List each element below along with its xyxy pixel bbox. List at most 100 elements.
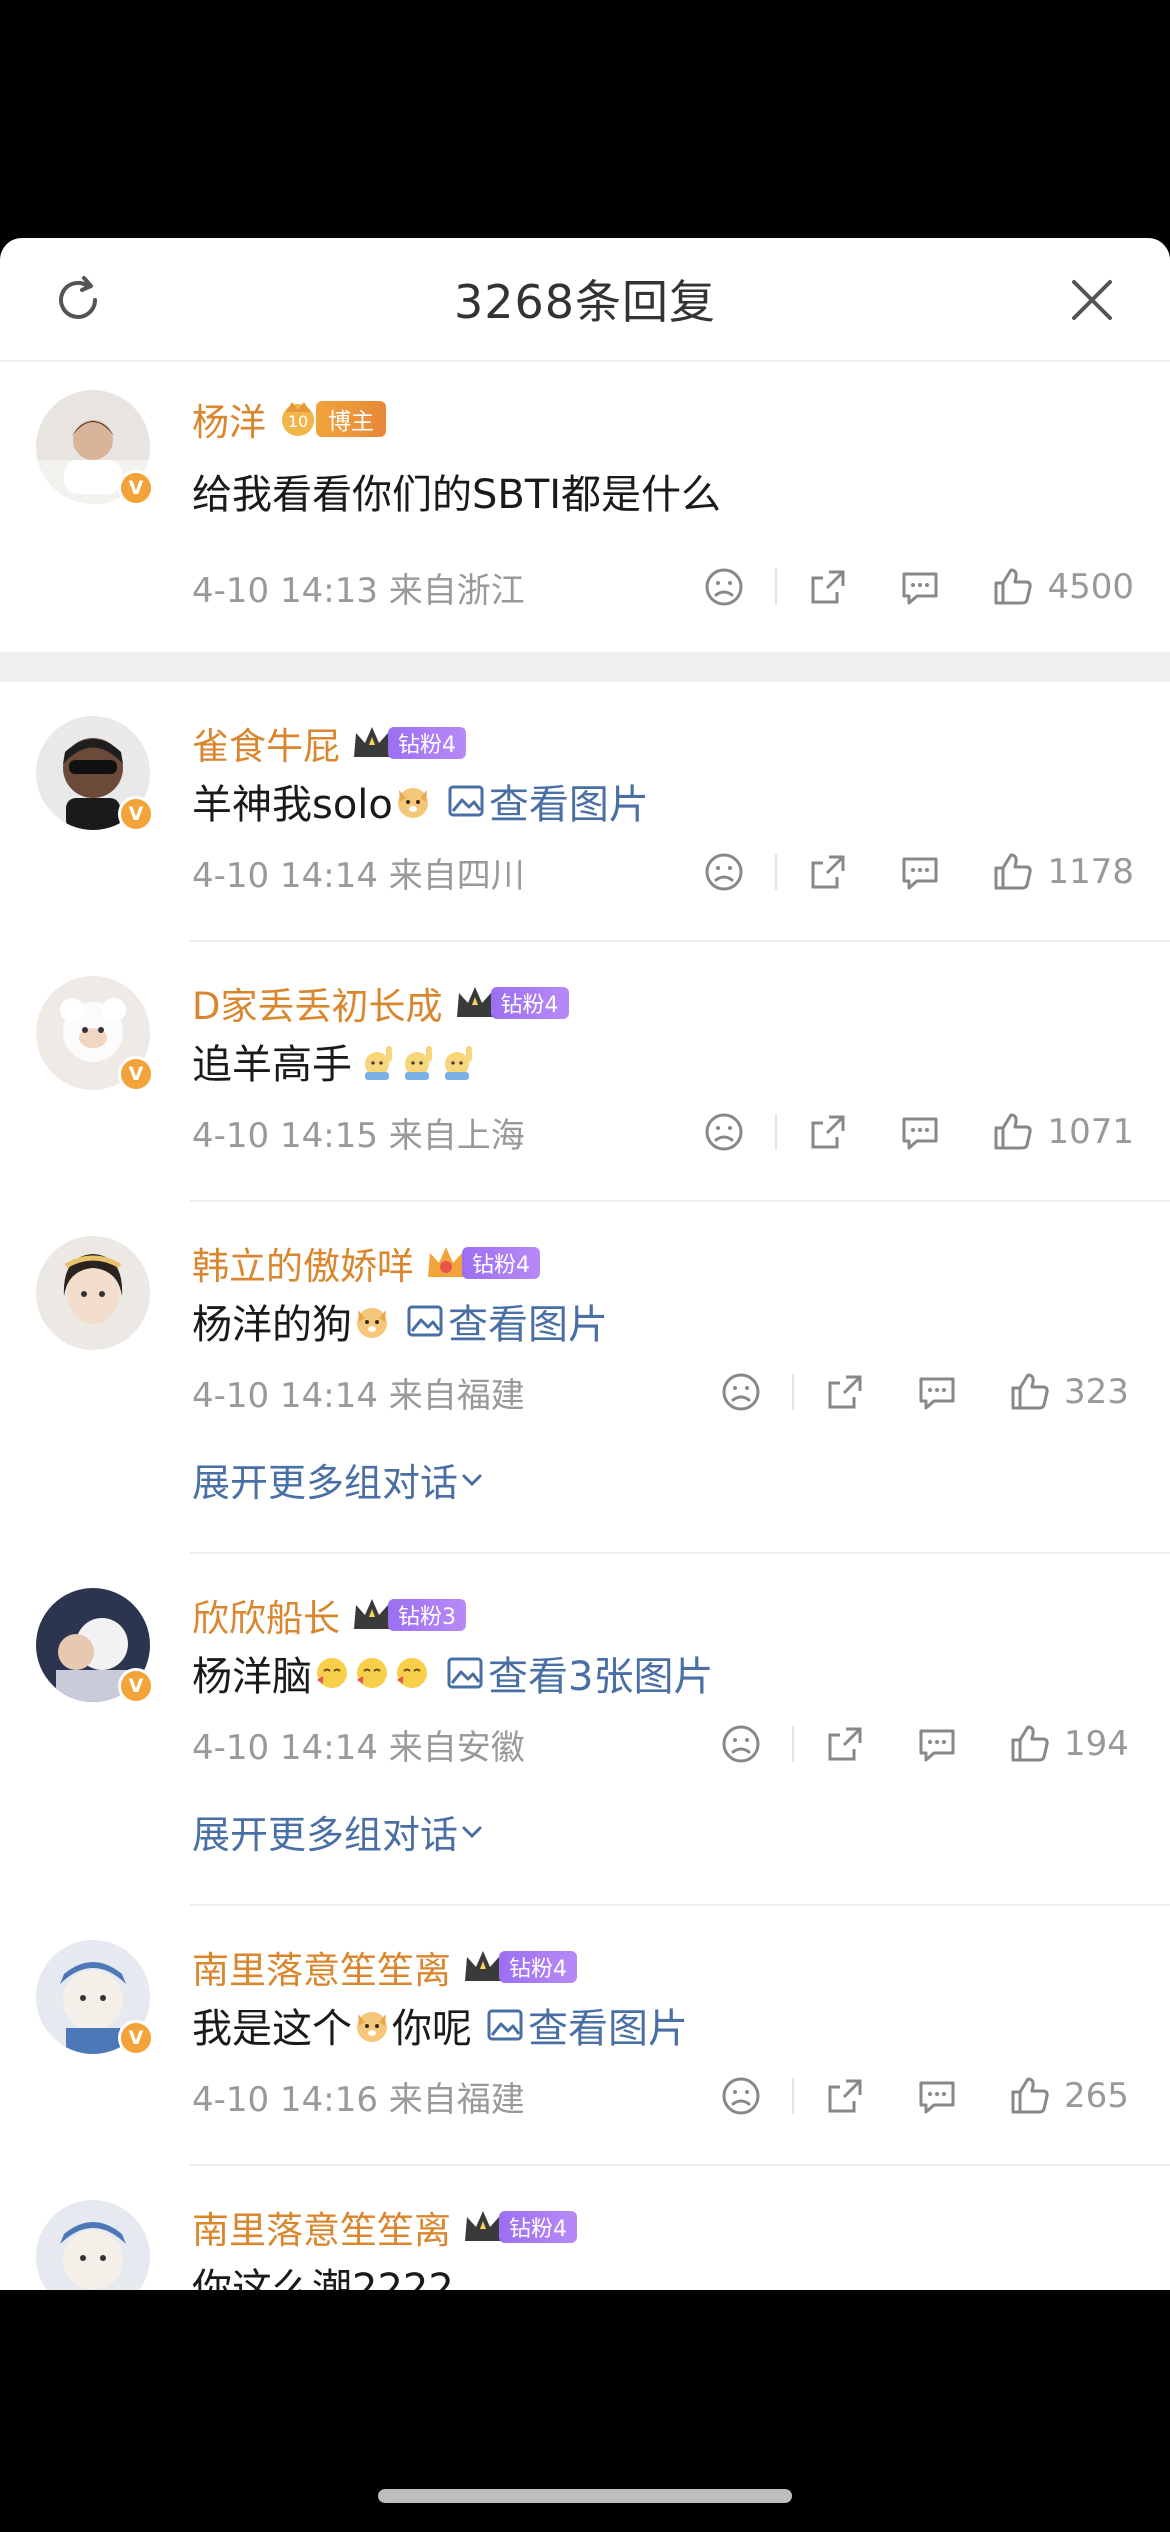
comment-meta: 4-10 14:13 来自浙江 [192, 570, 525, 611]
dislike-button[interactable] [703, 1111, 745, 1153]
view-images-link[interactable]: 查看3张图片 [446, 1644, 713, 1702]
svg-text:10: 10 [288, 412, 308, 431]
avatar[interactable]: V [36, 1588, 154, 1704]
blogger-badge: 10 博主 [276, 398, 386, 440]
close-icon [1072, 280, 1112, 320]
thumbs-up-icon [1011, 1725, 1049, 1762]
reply-button[interactable] [916, 1371, 958, 1413]
avatar[interactable]: V [36, 716, 154, 832]
fan-badge: 钻粉4 [461, 1949, 577, 1985]
avatar-image [36, 1236, 150, 1350]
reply-item: V D家丢丢初长成 钻粉4 追羊高手 4-10 14:15 来自上海 1071 [0, 942, 1170, 1202]
image-icon [407, 1305, 443, 1337]
frown-face-icon [705, 1113, 743, 1151]
username[interactable]: 南里落意笙笙离 [192, 2200, 451, 2254]
thumbs-up-icon [994, 853, 1033, 890]
divider [775, 1114, 778, 1150]
share-icon [828, 1727, 862, 1761]
raising-hand-emoji-icon [405, 1046, 432, 1080]
raising-hand-emoji-icon [445, 1046, 472, 1080]
root-comment: V 杨洋 10 博主 给我看看你们的SBTI都是什么 4-10 14:13 来自… [0, 362, 1170, 652]
chevron-down-icon [462, 1826, 482, 1838]
view-image-link[interactable]: 查看图片 [447, 772, 649, 830]
thumbs-up-icon [994, 1113, 1033, 1150]
like-button[interactable]: 194 [1008, 1722, 1134, 1766]
expand-conversation-link[interactable]: 展开更多组对话 [192, 1804, 486, 1859]
dislike-button[interactable] [720, 1723, 762, 1765]
dislike-button[interactable] [720, 2075, 762, 2117]
like-count: 194 [1064, 1724, 1129, 1764]
reply-item: V 欣欣船长 钻粉3 杨洋脑 查看3张图片 4-10 14:14 来自安徽 19… [0, 1554, 1170, 1906]
page-title: 3268条回复 [453, 275, 717, 329]
view-image-link[interactable]: 查看图片 [486, 1996, 688, 2054]
frown-face-icon [722, 1725, 760, 1763]
comment-meta: 4-10 14:16 来自福建 [192, 2079, 525, 2120]
dislike-button[interactable] [720, 1371, 762, 1413]
close-button[interactable] [1060, 268, 1124, 332]
share-icon [811, 1115, 845, 1149]
image-icon [447, 1657, 483, 1689]
fan-badge: 钻粉4 [461, 2209, 577, 2245]
avatar[interactable]: V [36, 976, 154, 1092]
share-button[interactable] [807, 566, 849, 608]
username[interactable]: 韩立的傲娇咩 [192, 1236, 414, 1290]
reply-button[interactable] [916, 2075, 958, 2117]
reply-button[interactable] [899, 851, 941, 893]
like-button[interactable]: 1178 [991, 850, 1134, 894]
comment-text: 我是这个 [192, 2006, 352, 2052]
comment-meta: 4-10 14:15 来自上海 [192, 1115, 525, 1156]
verified-v-icon: V [118, 796, 154, 832]
dislike-button[interactable] [703, 851, 745, 893]
comment-bubble-icon [902, 1117, 938, 1150]
reply-button[interactable] [899, 566, 941, 608]
username[interactable]: 南里落意笙笙离 [192, 1940, 451, 1994]
like-button[interactable]: 323 [1008, 1370, 1134, 1414]
share-icon [811, 855, 845, 889]
reply-item: 韩立的傲娇咩 钻粉4 杨洋的狗 查看图片 4-10 14:14 来自福建 323 [0, 1202, 1170, 1554]
reply-button[interactable] [899, 1111, 941, 1153]
like-count: 1178 [1047, 852, 1134, 892]
divider [792, 1726, 794, 1762]
expand-conversation-link[interactable]: 展开更多组对话 [192, 1452, 486, 1507]
divider [792, 1374, 794, 1410]
comment-meta: 4-10 14:14 来自福建 [192, 1375, 525, 1416]
username[interactable]: D家丢丢初长成 [192, 976, 443, 1030]
verified-v-icon: V [118, 2020, 154, 2056]
comment-meta: 4-10 14:14 来自四川 [192, 855, 525, 896]
avatar-image [36, 2200, 150, 2290]
avatar[interactable]: V [36, 1940, 154, 2056]
reply-item: V 雀食牛屁 钻粉4 羊神我solo 查看图片 4-10 14:14 来自四川 [0, 682, 1170, 942]
username[interactable]: 杨洋 [192, 392, 266, 446]
share-button[interactable] [824, 1723, 866, 1765]
username[interactable]: 欣欣船长 [192, 1588, 340, 1642]
avatar[interactable] [36, 2200, 150, 2290]
home-indicator[interactable] [378, 2489, 792, 2503]
frown-face-icon [705, 568, 743, 606]
refresh-icon [59, 276, 97, 319]
reply-button[interactable] [916, 1723, 958, 1765]
share-button[interactable] [807, 1111, 849, 1153]
share-button[interactable] [824, 2075, 866, 2117]
divider [775, 569, 778, 605]
like-count: 265 [1064, 2076, 1129, 2116]
like-button[interactable]: 1071 [991, 1110, 1134, 1154]
section-divider [0, 652, 1170, 682]
kiss-emoji-icon [357, 1658, 387, 1688]
like-button[interactable]: 265 [1008, 2074, 1134, 2118]
share-button[interactable] [807, 851, 849, 893]
comment-bubble-icon [902, 857, 938, 890]
kiss-emoji-icon [397, 1658, 427, 1688]
dislike-button[interactable] [703, 566, 745, 608]
view-image-link[interactable]: 查看图片 [406, 1292, 608, 1350]
username[interactable]: 雀食牛屁 [192, 716, 340, 770]
like-button[interactable]: 4500 [991, 565, 1134, 609]
thumbs-up-icon [1011, 2077, 1049, 2114]
fan-badge: 钻粉3 [350, 1597, 466, 1633]
avatar[interactable] [36, 1236, 150, 1350]
chevron-down-icon [462, 1474, 482, 1486]
crown-icon [456, 987, 493, 1017]
avatar[interactable]: V [36, 390, 154, 506]
share-button[interactable] [824, 1371, 866, 1413]
comment-text: 追羊高手 [192, 1042, 352, 1088]
refresh-button[interactable] [46, 268, 110, 332]
